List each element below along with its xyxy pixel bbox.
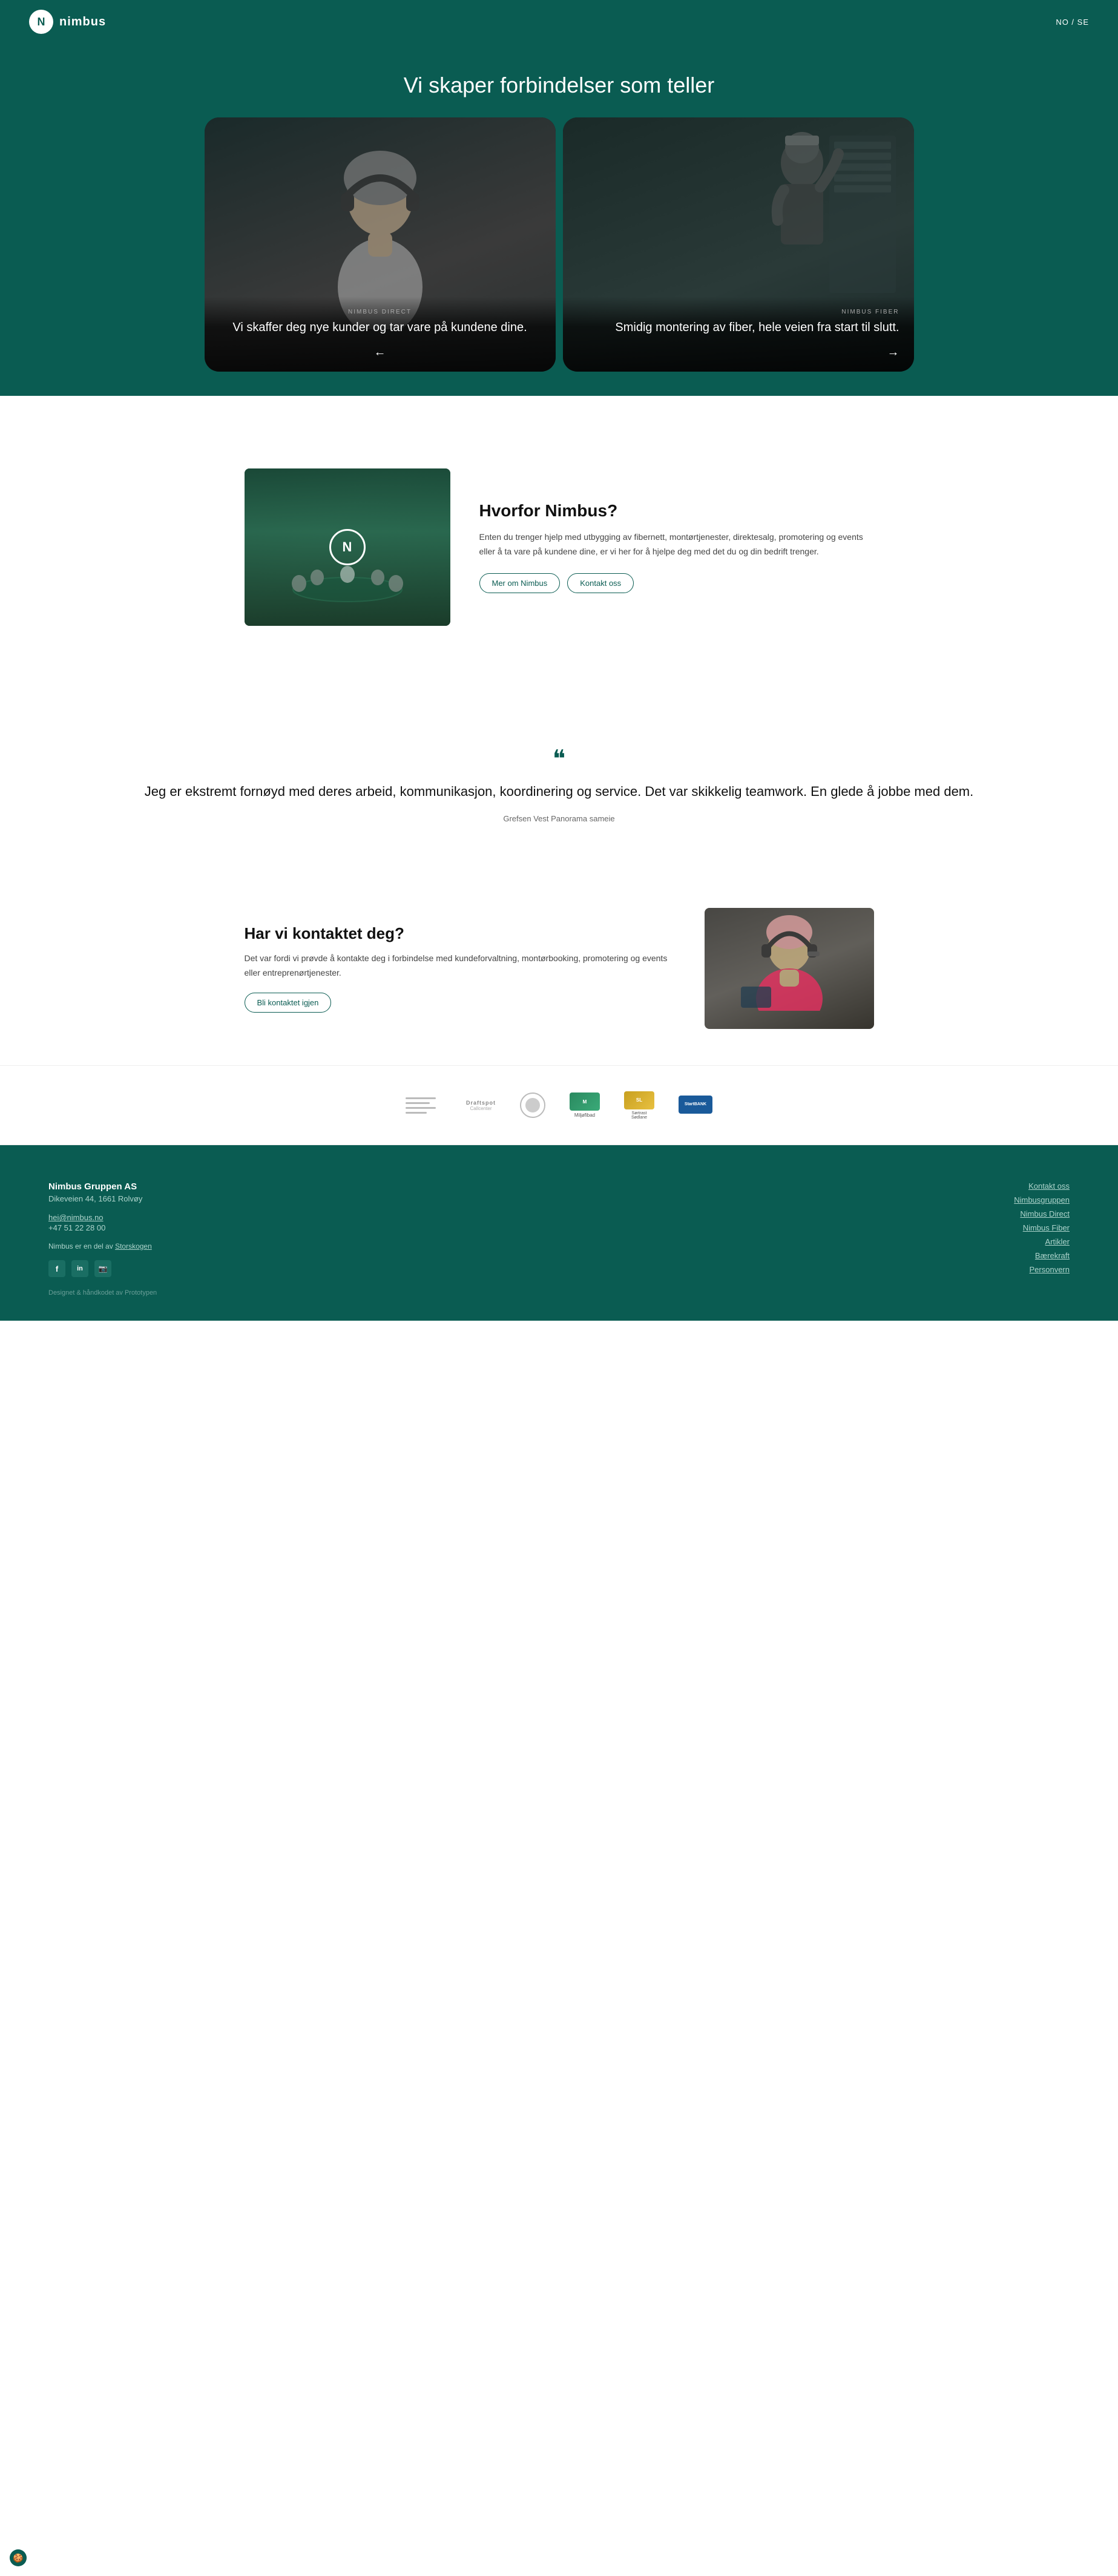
card-left-overlay: NIMBUS DIRECT Vi skaffer deg nye kunder …	[205, 297, 556, 372]
contact-image	[705, 908, 874, 1029]
partner-6-logo: StartBANK	[679, 1096, 712, 1116]
partner-6: StartBANK	[679, 1090, 712, 1120]
partner-lines-icon	[406, 1093, 442, 1117]
card-slider: NIMBUS DIRECT Vi skaffer deg nye kunder …	[15, 117, 1103, 396]
footer-link-personvern[interactable]: Personvern	[1030, 1265, 1070, 1274]
why-section: N Hvorfor Nimbus? Enten du trenger hjelp…	[0, 396, 1118, 698]
more-about-nimbus-button[interactable]: Mer om Nimbus	[479, 573, 561, 593]
why-text: Hvorfor Nimbus? Enten du trenger hjelp m…	[479, 501, 874, 594]
partner-5-logo: SL SørtrastSødlane	[624, 1091, 654, 1120]
footer-link-nimbus-direct[interactable]: Nimbus Direct	[1020, 1209, 1070, 1218]
partner-1	[406, 1090, 442, 1120]
hero-title: Vi skaper forbindelser som teller	[15, 73, 1103, 98]
footer-phone: +47 51 22 28 00	[48, 1223, 157, 1232]
contact-section: Har vi kontaktet deg? Det var fordi vi p…	[0, 872, 1118, 1065]
quote-section: ❝ Jeg er ekstremt fornøyd med deres arbe…	[0, 698, 1118, 872]
logo[interactable]: N nimbus	[29, 10, 106, 34]
slide-card-left[interactable]: NIMBUS DIRECT Vi skaffer deg nye kunder …	[205, 117, 556, 372]
operator-illustration	[735, 914, 844, 1011]
footer-right: Kontakt oss Nimbusgruppen Nimbus Direct …	[1014, 1181, 1070, 1274]
footer-link-nimbusgruppen[interactable]: Nimbusgruppen	[1014, 1195, 1070, 1204]
footer-link-nimbus-fiber[interactable]: Nimbus Fiber	[1023, 1223, 1070, 1232]
card-right-desc: Smidig montering av fiber, hele veien fr…	[577, 319, 899, 336]
footer-link-baerekraft[interactable]: Bærekraft	[1035, 1251, 1070, 1260]
footer: Nimbus Gruppen AS Dikeveien 44, 1661 Rol…	[0, 1145, 1118, 1321]
why-description: Enten du trenger hjelp med utbygging av …	[479, 530, 874, 559]
card-left-desc: Vi skaffer deg nye kunder og tar vare på…	[219, 319, 541, 336]
why-image: N	[245, 468, 450, 626]
why-buttons: Mer om Nimbus Kontakt oss	[479, 573, 874, 593]
facebook-icon[interactable]: f	[48, 1260, 65, 1277]
slide-card-right[interactable]: NIMBUS FIBER Smidig montering av fiber, …	[563, 117, 914, 372]
card-right-label: NIMBUS FIBER	[577, 309, 899, 315]
card-right-arrow[interactable]: →	[577, 346, 899, 360]
cookie-icon: 🍪	[13, 2553, 23, 2563]
footer-email[interactable]: hei@nimbus.no	[48, 1213, 157, 1222]
footer-social: f in 📷	[48, 1260, 157, 1277]
why-title: Hvorfor Nimbus?	[479, 501, 874, 521]
footer-storskogen-text: Nimbus er en del av	[48, 1242, 113, 1250]
footer-link-kontakt[interactable]: Kontakt oss	[1028, 1181, 1070, 1191]
partner-2-name: Draftspot Callcenter	[466, 1100, 496, 1111]
logo-name: nimbus	[59, 15, 106, 29]
header: N nimbus NO / SE	[0, 0, 1118, 44]
partner-3-circle	[520, 1092, 545, 1118]
why-content-wrap: N Hvorfor Nimbus? Enten du trenger hjelp…	[196, 420, 922, 674]
contact-us-button[interactable]: Kontakt oss	[567, 573, 634, 593]
language-switcher[interactable]: NO / SE	[1056, 18, 1089, 27]
partner-3	[520, 1090, 545, 1120]
partner-4: M Miljøfibad	[570, 1090, 600, 1120]
footer-left: Nimbus Gruppen AS Dikeveien 44, 1661 Rol…	[48, 1181, 157, 1296]
linkedin-icon[interactable]: in	[71, 1260, 88, 1277]
card-left-arrow[interactable]: ←	[219, 346, 541, 360]
meeting-table-illustration	[287, 565, 408, 614]
quote-mark: ❝	[121, 747, 997, 771]
footer-link-artikler[interactable]: Artikler	[1045, 1237, 1070, 1246]
partners-section: Draftspot Callcenter M Miljøfibad SL Sør…	[0, 1065, 1118, 1145]
contact-text: Har vi kontaktet deg? Det var fordi vi p…	[245, 924, 676, 1013]
partner-5: SL SørtrastSødlane	[624, 1090, 654, 1120]
logo-initial: N	[38, 16, 45, 28]
card-left-label: NIMBUS DIRECT	[219, 309, 541, 315]
card-right-overlay: NIMBUS FIBER Smidig montering av fiber, …	[563, 297, 914, 372]
footer-address: Dikeveien 44, 1661 Rolvøy	[48, 1194, 157, 1203]
contact-title: Har vi kontaktet deg?	[245, 924, 676, 943]
footer-designed: Designet & håndkodet av Prototypen	[48, 1289, 157, 1296]
logo-circle: N	[29, 10, 53, 34]
cookie-button[interactable]: 🍪	[10, 2549, 27, 2566]
footer-storskogen-link[interactable]: Storskogen	[115, 1242, 152, 1250]
footer-company-name: Nimbus Gruppen AS	[48, 1181, 157, 1192]
bli-kontaktet-button[interactable]: Bli kontaktet igjen	[245, 993, 332, 1013]
partner-4-logo: M Miljøfibad	[570, 1092, 600, 1118]
hero-section: Vi skaper forbindelser som teller	[0, 44, 1118, 396]
contact-content-wrap: Har vi kontaktet deg? Det var fordi vi p…	[196, 872, 922, 1065]
instagram-icon[interactable]: 📷	[94, 1260, 111, 1277]
footer-storskogen: Nimbus er en del av Storskogen	[48, 1242, 157, 1250]
quote-author: Grefsen Vest Panorama sameie	[121, 814, 997, 823]
person-server-illustration	[769, 130, 902, 311]
contact-description: Det var fordi vi prøvde å kontakte deg i…	[245, 951, 676, 981]
why-image-logo: N	[329, 529, 366, 565]
quote-text: Jeg er ekstremt fornøyd med deres arbeid…	[121, 781, 997, 802]
partner-2: Draftspot Callcenter	[466, 1090, 496, 1120]
